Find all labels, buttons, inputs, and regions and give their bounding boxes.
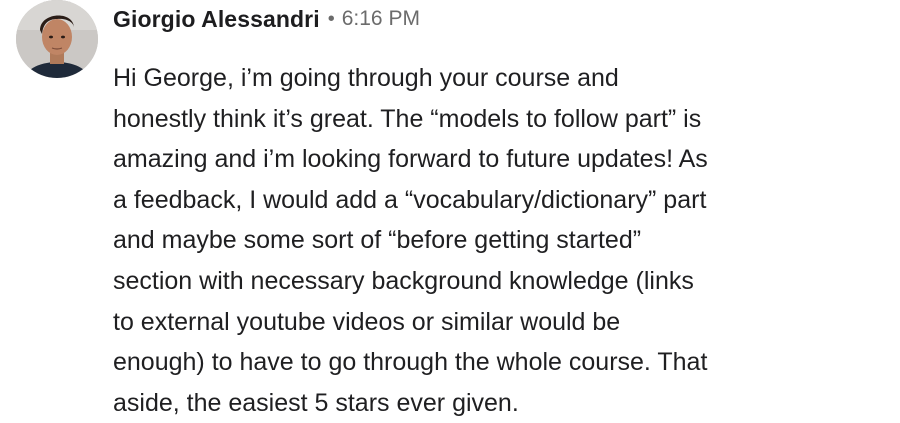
timestamp[interactable]: 6:16 PM [342,7,420,31]
message-line: enough) to have to go through the whole … [113,348,708,377]
message-line: aside, the easiest 5 stars ever given. [113,388,519,417]
message-line: Hi George, i’m going through your course… [113,64,619,92]
user-photo-icon [16,0,98,78]
message-line: honestly think it’s great. The “models t… [113,104,702,133]
message-line: to external youtube videos or similar wo… [113,307,621,336]
message-body: Hi George, i’m going through your course… [113,58,823,423]
avatar[interactable] [16,0,98,78]
author-name[interactable]: Giorgio Alessandri [113,6,320,33]
message-line: a feedback, I would add a “vocabulary/di… [113,185,707,214]
message-line: section with necessary background knowle… [113,266,694,295]
message-line: and maybe some sort of “before getting s… [113,226,642,255]
message-header: Giorgio Alessandri • 6:16 PM [113,2,420,36]
separator-dot: • [327,8,335,30]
chat-message: Giorgio Alessandri • 6:16 PM Hi George, … [0,0,900,417]
message-line: amazing and i’m looking forward to futur… [113,145,708,174]
